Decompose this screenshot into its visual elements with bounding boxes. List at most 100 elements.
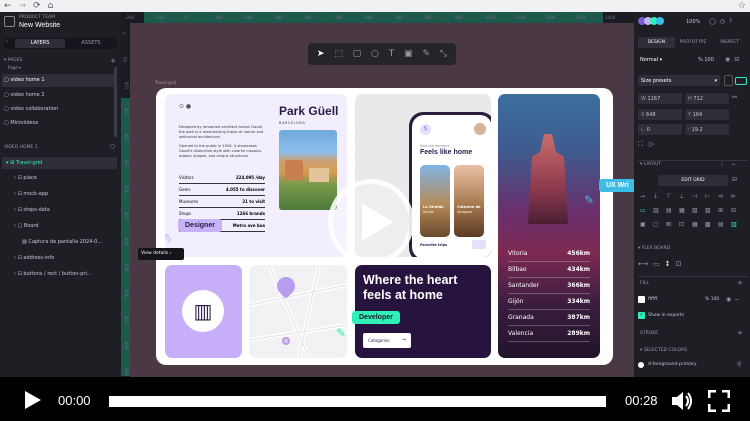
help-icon[interactable]: ?: [729, 18, 736, 25]
phone-button[interactable]: [472, 240, 486, 249]
align-option-icon[interactable]: ▢: [653, 221, 659, 228]
color-swatch[interactable]: [638, 362, 644, 368]
fill-swatch[interactable]: [638, 296, 645, 303]
tab-layers[interactable]: LAYERS: [15, 39, 65, 48]
page-select[interactable]: Page ▾: [8, 65, 21, 70]
categories-button[interactable]: Categories →: [363, 333, 411, 348]
page-item-miniviideos[interactable]: ▢ Miniviideos: [4, 120, 38, 126]
align-option-icon[interactable]: ⊲: [718, 193, 723, 200]
zoom-level[interactable]: 100%: [686, 19, 700, 25]
lock-ratio-icon[interactable]: ⚯: [732, 94, 737, 101]
layer-travel-grid[interactable]: ▾ ⊞ Travel-grid: [6, 160, 42, 166]
page-item-video-collaboration[interactable]: ▢ video collaboration: [4, 106, 58, 112]
arrow-buttons[interactable]: ⊙ ●: [179, 103, 191, 110]
align-option-icon[interactable]: ▥: [653, 207, 659, 214]
align-option-icon[interactable]: ⊠: [666, 221, 671, 228]
flex-column-icon[interactable]: ↕: [665, 260, 676, 268]
align-option-icon[interactable]: ⊡: [679, 221, 684, 228]
move-tool-icon[interactable]: ➤: [317, 49, 325, 59]
progress-bar[interactable]: [109, 396, 606, 407]
fill-opacity[interactable]: % 100: [705, 297, 719, 302]
remove-icon[interactable]: −: [734, 296, 742, 303]
rotation-field[interactable]: ∟ 0: [638, 124, 682, 135]
align-option-icon[interactable]: ⊳: [731, 193, 736, 200]
flex-grow-icon[interactable]: ⊡: [676, 260, 687, 268]
view-details-button[interactable]: View details ›: [138, 248, 184, 260]
layer-steps-data[interactable]: › ⊡ steps-data: [14, 207, 50, 213]
canvas[interactable]: ➤ ⬚ ▢ ○ T ▣ ✎ ⤡ Travel grid ⊙ ● Designed…: [130, 23, 636, 377]
align-option-icon[interactable]: ⊟: [731, 207, 736, 214]
search-layers-icon[interactable]: ○: [110, 143, 115, 150]
text-tool-icon[interactable]: T: [389, 49, 395, 59]
align-option-icon[interactable]: →: [640, 193, 645, 200]
pages-scrollbar[interactable]: [114, 67, 117, 137]
add-fill-icon[interactable]: +: [737, 279, 743, 287]
align-option-icon[interactable]: ⊣: [692, 193, 697, 200]
layer-buttons[interactable]: › ⊡ buttons / rect / button-pri...: [14, 271, 92, 277]
volume-icon[interactable]: [670, 390, 694, 412]
align-option-icon[interactable]: ▣: [640, 221, 646, 228]
align-option-icon[interactable]: ▤: [666, 207, 672, 214]
play-icon[interactable]: [25, 391, 41, 409]
collapse-icon[interactable]: ‹: [6, 39, 11, 45]
layer-mock-app[interactable]: › ⊡ mock-app: [14, 191, 48, 197]
fullscreen-icon[interactable]: [707, 389, 731, 413]
fill-hex[interactable]: ffffff: [648, 297, 657, 302]
blend-select[interactable]: Normal ▾: [640, 57, 662, 63]
width-field[interactable]: W 1167: [638, 93, 682, 104]
tab-prototype[interactable]: PROTOTYPE: [675, 37, 712, 48]
forward-icon[interactable]: →: [19, 1, 27, 11]
home-icon[interactable]: ⌂: [48, 1, 54, 11]
comment-icon[interactable]: ◯: [709, 18, 720, 25]
y-field[interactable]: Y 164: [685, 109, 729, 120]
clip-content-icon[interactable]: ⛶: [638, 140, 649, 148]
align-option-icon[interactable]: ⊞: [718, 207, 723, 214]
pen-tool-icon[interactable]: ✎: [422, 49, 430, 59]
ellipse-tool-icon[interactable]: ○: [371, 49, 379, 59]
tab-design[interactable]: DESIGN: [638, 37, 675, 48]
portrait-icon[interactable]: [724, 75, 733, 86]
checkbox-icon[interactable]: ✓: [638, 312, 645, 319]
align-option-icon[interactable]: ▧: [692, 207, 698, 214]
align-option-icon[interactable]: ↓: [653, 193, 658, 200]
layer-address-info[interactable]: › ⊡ address-info: [14, 255, 54, 261]
height-field[interactable]: H 712: [685, 93, 729, 104]
lock-icon[interactable]: ⊟: [734, 56, 743, 63]
eyedropper-icon[interactable]: ⚲: [737, 361, 741, 368]
layer-opacity[interactable]: % 100: [698, 57, 714, 63]
align-option-icon[interactable]: ⊢: [705, 193, 710, 200]
reload-icon[interactable]: ⟳: [33, 1, 41, 11]
align-option-icon[interactable]: ▦: [679, 207, 685, 214]
page-item-video-home-1[interactable]: ▢ video home 1: [4, 77, 45, 83]
layer-board[interactable]: › ▢ Board: [14, 223, 39, 229]
flex-wrap-icon[interactable]: ▭: [653, 260, 665, 268]
board-tool-icon[interactable]: ⬚: [334, 49, 343, 59]
size-presets-select[interactable]: Size presets ▾: [638, 75, 720, 86]
bookmark-star-icon[interactable]: ☆: [738, 1, 746, 11]
layer-captura[interactable]: ▨ Captura de pantalla 2024-0...: [22, 239, 102, 245]
page-item-video-home-2[interactable]: ▢ video home 2: [4, 92, 45, 98]
destination-card[interactable]: Catedral de Zaragoza: [454, 165, 484, 237]
landscape-icon[interactable]: [735, 77, 747, 85]
align-option-icon[interactable]: ▥: [731, 221, 737, 228]
align-option-icon[interactable]: ▤: [718, 221, 724, 228]
rectangle-tool-icon[interactable]: ▢: [353, 49, 362, 59]
align-option-icon[interactable]: ⊤: [666, 193, 671, 200]
tab-inspect[interactable]: INSPECT: [711, 37, 748, 48]
path-tool-icon[interactable]: ⤡: [440, 49, 447, 59]
align-option-icon[interactable]: ▩: [705, 221, 711, 228]
radius-field[interactable]: ◜ 19.2: [685, 124, 729, 135]
edit-grid-button[interactable]: EDIT GRID: [658, 175, 728, 186]
flex-row-icon[interactable]: ⟷: [638, 260, 653, 268]
play-overlay-button[interactable]: [328, 179, 414, 265]
selected-color-name[interactable]: d-foreground-primary: [648, 362, 697, 367]
tab-assets[interactable]: ASSETS: [66, 39, 116, 48]
image-tool-icon[interactable]: ▣: [404, 49, 413, 59]
add-page-icon[interactable]: +: [110, 57, 116, 65]
avatar[interactable]: [656, 17, 664, 25]
history-icon[interactable]: ◷: [720, 18, 729, 25]
back-icon[interactable]: ←: [4, 1, 12, 11]
align-option-icon[interactable]: ▭: [640, 207, 646, 214]
align-option-icon[interactable]: ⊥: [679, 193, 684, 200]
play-icon[interactable]: ▷: [649, 140, 660, 148]
